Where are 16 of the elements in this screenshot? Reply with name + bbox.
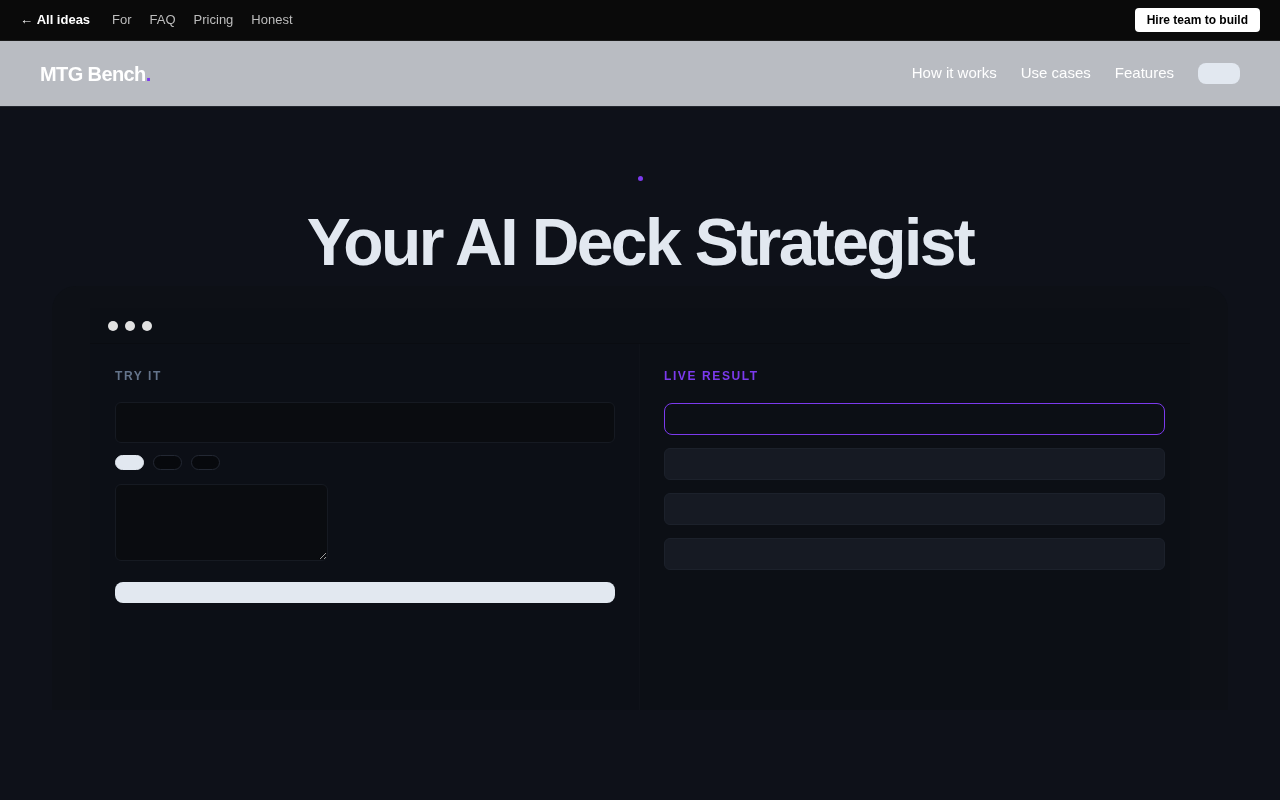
back-link[interactable]: ← All ideas	[20, 10, 91, 30]
textarea-field[interactable]	[115, 484, 328, 561]
nav-link[interactable]: FAQ	[149, 10, 176, 30]
hero-title: Your AI Deck Strategist	[306, 205, 974, 279]
dot-icon	[637, 176, 643, 181]
nav-link[interactable]: For	[112, 10, 132, 30]
window-dot-icon	[142, 320, 152, 331]
window-dot-icon	[108, 320, 118, 331]
hire-button[interactable]: Hire team to build	[1134, 8, 1260, 32]
nav-link[interactable]: Honest	[251, 10, 293, 30]
section-label: LIVE RESULT	[664, 369, 760, 383]
nav-link[interactable]: Pricing	[193, 10, 234, 30]
pill-button[interactable]	[1198, 63, 1240, 84]
window-dot-icon	[125, 320, 135, 331]
wide-button[interactable]	[115, 582, 615, 603]
section-label: TRY IT	[115, 369, 163, 383]
